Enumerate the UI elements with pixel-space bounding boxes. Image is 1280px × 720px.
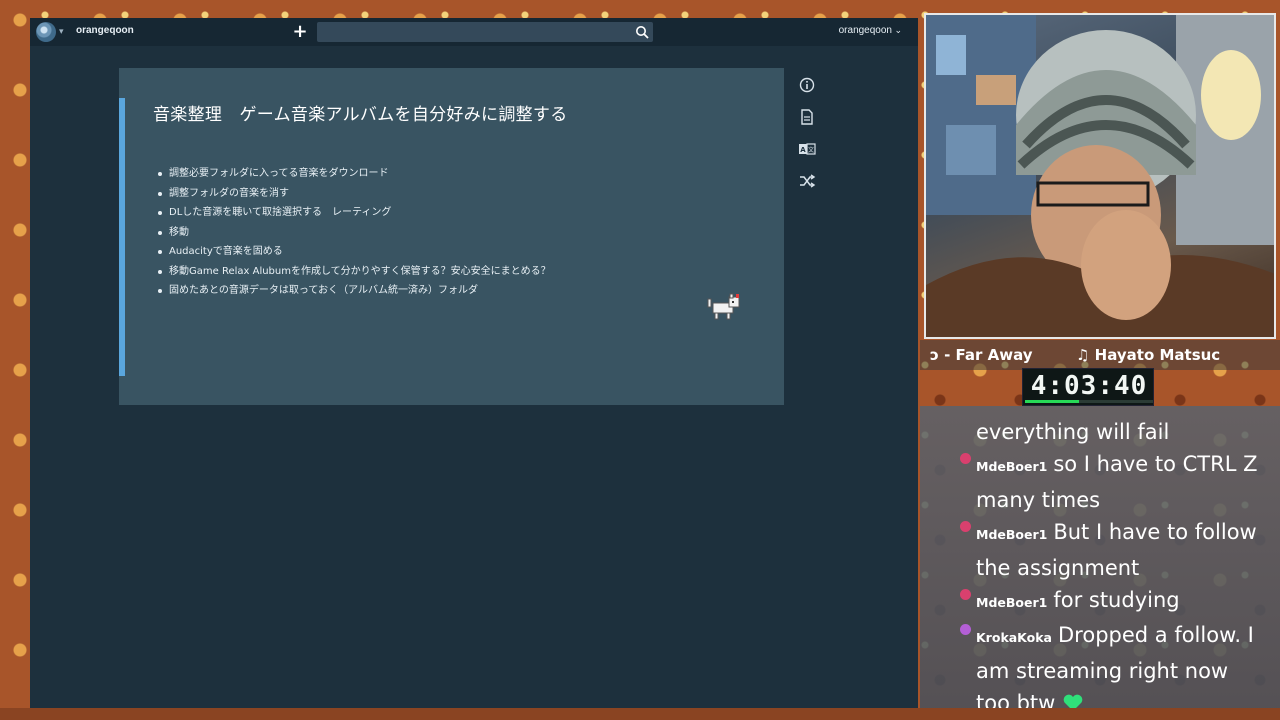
chat-message-text: everything will fail [976,420,1170,444]
chat-message: KrokaKoka Dropped a follow. I am streamin… [958,619,1258,719]
now-playing-ticker: ɔ - Far Away ♫ Hayato Matsuc [920,340,1280,370]
note-list: 調整必要フォルダに入ってる音楽をダウンロード 調整フォルダの音楽を消す DLした… [157,164,551,301]
shuffle-icon[interactable] [798,172,816,190]
note-title: 音楽整理 ゲーム音楽アルバムを自分好みに調整する [153,105,568,125]
svg-text:A: A [800,146,806,154]
list-item: Audacityで音楽を固める [157,242,551,262]
note-card: 音楽整理 ゲーム音楽アルバムを自分好みに調整する 調整必要フォルダに入ってる音楽… [119,68,784,405]
chevron-down-icon[interactable]: ▾ [59,27,64,37]
list-item: 移動 [157,223,551,243]
user-badge-icon [960,453,971,465]
webcam-image [926,15,1274,337]
user-badge-icon [960,624,971,636]
chat-message: everything will fail [958,416,1258,448]
song-artist: ♫ Hayato Matsuc [1076,346,1221,364]
search-icon[interactable] [635,25,649,39]
chat-message: MdeBoer1 But I have to follow the assignm… [958,516,1258,584]
app-logo-icon[interactable] [36,22,56,42]
document-icon[interactable] [798,108,816,126]
chat-username: KrokaKoka [976,630,1052,646]
svg-text:文: 文 [808,146,814,154]
chat-username: MdeBoer1 [976,595,1048,611]
workspace-name[interactable]: orangeqoon [76,25,134,36]
user-badge-icon [960,589,971,601]
song-title: ɔ - Far Away [930,346,1033,364]
chat-message: MdeBoer1 for studying [958,584,1258,619]
user-badge-icon [960,521,971,533]
stream-timer: 4:03:40 [1022,368,1154,406]
search-input[interactable] [317,22,653,42]
timer-value: 4:03:40 [1030,371,1148,401]
info-icon[interactable] [798,76,816,94]
top-bar: ▾ orangeqoon + orangeqoon ⌄ [30,18,918,46]
chat-message: MdeBoer1 so I have to CTRL Z many times [958,448,1258,516]
list-item: 調整必要フォルダに入ってる音楽をダウンロード [157,164,551,184]
chat-overlay: everything will fail MdeBoer1 so I have t… [958,416,1258,720]
account-menu[interactable]: orangeqoon [839,25,892,36]
timer-progress [1025,400,1153,403]
chat-message-text: for studying [1053,588,1180,613]
list-item: 調整フォルダの音楽を消す [157,184,551,204]
accent-bar [119,98,125,376]
add-note-button[interactable]: + [291,22,309,42]
list-item: 固めたあとの音源データは取っておく（アルバム統一済み）フォルダ [157,281,551,301]
chat-username: MdeBoer1 [976,459,1048,475]
webcam-feed [924,13,1276,339]
overlay-frame [0,708,1280,720]
chat-username: MdeBoer1 [976,527,1048,543]
note-app-window: ▾ orangeqoon + orangeqoon ⌄ 音楽整理 ゲーム音楽アル… [30,18,918,708]
list-item: DLした音源を聴いて取捨選択する レーティング [157,203,551,223]
translate-icon[interactable]: A 文 [798,140,816,158]
timer-progress-fill [1025,400,1079,403]
list-item: 移動Game Relax Alubumを作成して分かりやすく保管する？安心安全に… [157,262,551,282]
cat-sprite-icon [707,293,740,320]
chevron-down-icon[interactable]: ⌄ [894,26,902,36]
